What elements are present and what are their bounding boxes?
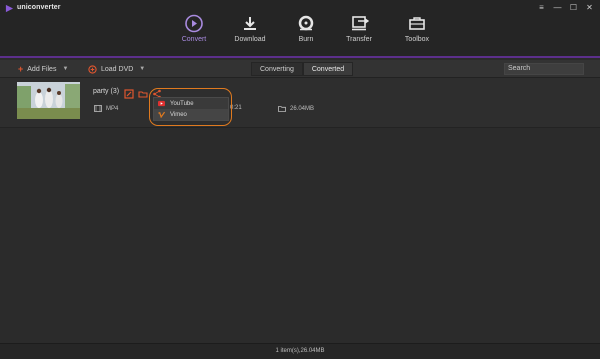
convert-icon — [185, 14, 203, 33]
chevron-down-icon[interactable]: ▼ — [62, 66, 68, 72]
nav-download-label: Download — [234, 36, 266, 43]
toolbar: + Add Files ▼ Load DVD ▼ Converting Conv… — [0, 60, 600, 78]
minimize-icon[interactable]: — — [553, 3, 562, 12]
nav-convert[interactable]: Convert — [169, 14, 219, 43]
share-vimeo[interactable]: Vimeo — [154, 109, 228, 120]
load-dvd-button[interactable]: Load DVD ▼ — [88, 63, 145, 75]
status-bar: 1 item(s),26.04MB — [0, 343, 600, 359]
download-icon — [244, 17, 256, 30]
size-info: 26.04MB — [278, 105, 314, 112]
chevron-down-icon[interactable]: ▼ — [139, 66, 145, 72]
share-youtube-label: YouTube — [170, 100, 194, 107]
share-menu: YouTube Vimeo — [153, 97, 229, 121]
tab-converting[interactable]: Converting — [251, 62, 303, 76]
nav-burn-label: Burn — [298, 36, 314, 43]
dvd-icon — [88, 64, 97, 74]
file-format: MP4 — [106, 105, 119, 112]
nav-toolbox[interactable]: Toolbox — [392, 14, 442, 43]
app-logo-icon — [5, 4, 14, 13]
plus-icon: + — [18, 64, 24, 74]
window-controls: ≡ — ☐ ✕ — [537, 3, 594, 12]
search-input[interactable]: Search — [504, 63, 584, 75]
add-files-button[interactable]: + Add Files ▼ — [18, 63, 68, 75]
nav-download[interactable]: Download — [225, 14, 275, 43]
nav-transfer-label: Transfer — [346, 36, 372, 43]
maximize-icon[interactable]: ☐ — [569, 3, 578, 12]
app-name: uniconverter — [17, 4, 61, 11]
edit-icon[interactable] — [124, 86, 134, 99]
transfer-icon — [352, 16, 369, 31]
file-row[interactable]: party (3) — [0, 78, 600, 128]
nav-transfer[interactable]: Transfer — [334, 14, 384, 43]
video-thumbnail[interactable] — [17, 82, 80, 119]
load-dvd-label: Load DVD — [101, 65, 134, 73]
menu-icon[interactable]: ≡ — [537, 3, 546, 12]
share-youtube[interactable]: YouTube — [154, 98, 228, 109]
format-info: MP4 — [94, 105, 118, 112]
folder-icon[interactable] — [138, 86, 148, 98]
folder-icon — [278, 106, 286, 112]
main-nav: Convert Download Burn Transfer Toolbox — [0, 14, 600, 54]
view-tabs: Converting Converted — [251, 62, 354, 76]
close-icon[interactable]: ✕ — [585, 3, 594, 12]
youtube-icon — [158, 100, 165, 107]
nav-toolbox-label: Toolbox — [404, 36, 430, 43]
film-icon — [94, 105, 102, 112]
toolbox-icon — [409, 17, 425, 30]
vimeo-icon — [158, 111, 165, 118]
nav-convert-label: Convert — [181, 36, 207, 43]
status-text: 1 item(s),26.04MB — [275, 348, 325, 354]
title-bar: uniconverter ≡ — ☐ ✕ Convert Download Bu… — [0, 0, 600, 58]
nav-burn[interactable]: Burn — [281, 14, 331, 43]
file-name: party (3) — [93, 88, 120, 95]
tab-converted[interactable]: Converted — [302, 62, 354, 76]
add-files-label: Add Files — [27, 65, 57, 73]
share-vimeo-label: Vimeo — [170, 111, 187, 118]
file-size: 26.04MB — [290, 105, 315, 112]
file-list-empty-area — [0, 128, 600, 343]
burn-icon — [298, 15, 314, 31]
